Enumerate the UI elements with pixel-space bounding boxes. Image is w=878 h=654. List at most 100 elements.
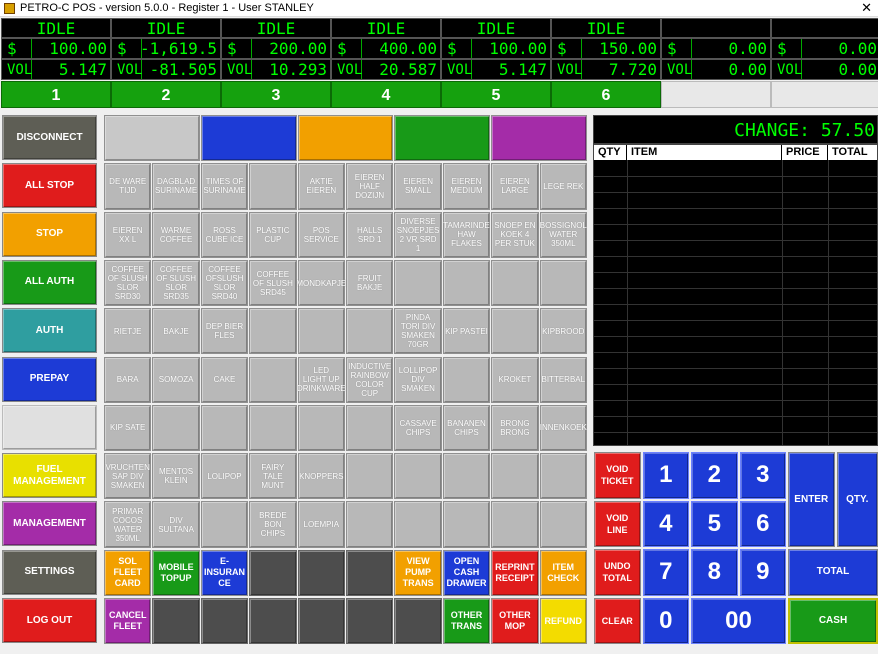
product-button[interactable]: VRUCHTEN SAP DIV SMAKEN [104,453,152,500]
category-tab-3[interactable] [297,115,394,162]
product-button[interactable]: EIEREN SMALL [394,163,442,210]
product-button[interactable]: INDUCTIVE RAINBOW COLOR CUP [346,356,394,403]
product-button[interactable] [442,259,491,307]
product-button[interactable] [491,308,539,355]
pump-6[interactable]: IDLE $150.00 VOL 7.720 6 [551,18,661,110]
blank-button[interactable] [2,404,97,450]
action-button[interactable]: ITEM CHECK [539,549,587,596]
all-auth-button[interactable]: ALL AUTH [2,259,97,305]
product-button[interactable]: TIMES OF SURINAME [200,163,249,210]
product-button[interactable]: COFFEE OF SLUSH SLOR SRD30 [104,259,152,307]
product-button[interactable] [491,501,539,548]
product-button[interactable]: KIP SATE [104,404,152,452]
product-button[interactable] [394,453,442,500]
category-tab-1[interactable] [104,115,200,162]
product-button[interactable]: KIPBROOD [539,308,587,355]
action-button[interactable] [249,598,297,645]
product-button[interactable] [491,453,539,500]
clear-button[interactable]: CLEAR [594,597,641,644]
product-button[interactable]: PINDA TORI DIV SMAKEN 70GR [394,308,442,355]
product-button[interactable]: FRUIT BAKJE [346,259,394,307]
product-button[interactable]: MENTOS KLEIN [152,453,200,500]
pump-number-button[interactable]: 5 [441,81,551,108]
product-button[interactable]: BARA [104,356,152,403]
product-button[interactable] [249,163,297,210]
product-button[interactable]: DIV SULTANA [152,501,200,548]
pump-number-button[interactable]: 2 [111,81,221,108]
product-button[interactable]: CAKE [200,356,249,403]
product-button[interactable] [346,404,394,452]
product-button[interactable]: PRIMAR COCOS WATER 350ML [104,501,152,548]
product-button[interactable]: EIEREN MEDIUM [442,163,491,210]
all-stop-button[interactable]: ALL STOP [2,163,97,209]
action-button[interactable] [394,598,442,645]
action-button[interactable] [249,549,297,596]
product-button[interactable] [346,501,394,548]
product-button[interactable]: LOLIPOP [200,453,249,500]
receipt-table[interactable]: QTY ITEM PRICE TOTAL [593,144,878,446]
action-button[interactable]: OPEN CASH DRAWER [442,549,491,596]
pump-7[interactable]: $0.00 VOL 0.00 [661,18,771,110]
action-button[interactable] [346,598,394,645]
product-button[interactable] [152,404,200,452]
disconnect-button[interactable]: DISCONNECT [2,115,97,160]
product-button[interactable]: DE WARE TIJD [104,163,152,210]
product-button[interactable] [297,404,345,452]
product-button[interactable]: FAIRY TALE MUNT [249,453,297,500]
digit-3-button[interactable]: 3 [739,452,786,499]
product-button[interactable]: DAGBLAD SURINAME [152,163,200,210]
action-button[interactable]: E- INSURAN CE [200,549,249,596]
digit-9-button[interactable]: 9 [739,549,786,596]
stop-button[interactable]: STOP [2,211,97,257]
product-button[interactable] [249,356,297,403]
pump-number-button[interactable]: 1 [1,81,111,108]
action-button[interactable]: OTHER MOP [491,598,539,645]
pump-2[interactable]: IDLE $ -1,619.5 VOL -81.505 2 [111,18,221,110]
product-button[interactable]: MONDKAPJE [296,259,346,307]
action-button[interactable] [200,598,249,645]
product-button[interactable] [200,404,249,452]
product-button[interactable]: SOMOZA [152,356,200,403]
settings-button[interactable]: SETTINGS [2,549,97,595]
product-button[interactable]: BOSSIGNOL WATER 350ML [539,211,587,258]
total-button[interactable]: TOTAL [788,549,878,596]
product-button[interactable]: LED LIGHT UP DRINKWARE [297,356,346,403]
action-button[interactable]: CANCEL FLEET [104,598,152,645]
qty-button[interactable]: QTY. [836,452,878,547]
pump-number-button[interactable] [771,81,878,108]
action-button[interactable]: OTHER TRANS [442,598,491,645]
product-button[interactable]: DIVERSE SNOEPJES 2 VR SRD 1 [394,211,442,258]
product-button[interactable]: COFFEE OF SLUSH SLOR SRD35 [152,259,200,307]
auth-button[interactable]: AUTH [2,308,97,354]
cash-button[interactable]: CASH [788,597,878,644]
action-button[interactable] [297,598,345,645]
prepay-button[interactable]: PREPAY [2,356,97,402]
product-button[interactable]: TAMARINDE HAW FLAKES [442,211,491,258]
pump-number-button[interactable] [661,81,771,108]
category-tab-4[interactable] [394,115,491,162]
digit-6-button[interactable]: 6 [739,500,786,547]
product-button[interactable]: BREDE BON CHIPS [249,501,297,548]
product-button[interactable]: EIEREN HALF DOZIJN [346,163,394,210]
action-button[interactable]: SOL FLEET CARD [104,549,152,596]
log-out-button[interactable]: LOG OUT [2,598,97,643]
product-button[interactable]: AKTIE EIEREN [297,163,345,210]
fuel-management-button[interactable]: FUEL MANAGEMENT [2,453,97,499]
product-button[interactable]: KNOPPERS [297,453,345,500]
product-button[interactable] [442,453,491,500]
pump-5[interactable]: IDLE $100.00 VOL 5.147 5 [441,18,551,110]
management-button[interactable]: MANAGEMENT [2,501,97,547]
product-button[interactable]: BANANEN CHIPS [442,404,491,452]
digit-4-button[interactable]: 4 [642,500,689,547]
product-button[interactable]: BRONG BRONG [491,404,539,452]
pump-8[interactable]: $0.00 VOL 0.00 [771,18,878,110]
product-button[interactable] [394,501,442,548]
product-button[interactable] [491,259,539,307]
product-button[interactable]: POS SERVICE [297,211,345,258]
product-button[interactable]: RIETJE [104,308,152,355]
product-button[interactable] [442,356,491,403]
product-button[interactable]: LOLLIPOP DIV SMAKEN [394,356,442,403]
product-button[interactable] [539,453,587,500]
void-line-button[interactable]: VOID LINE [594,500,641,547]
product-button[interactable]: CASSAVE CHIPS [394,404,442,452]
